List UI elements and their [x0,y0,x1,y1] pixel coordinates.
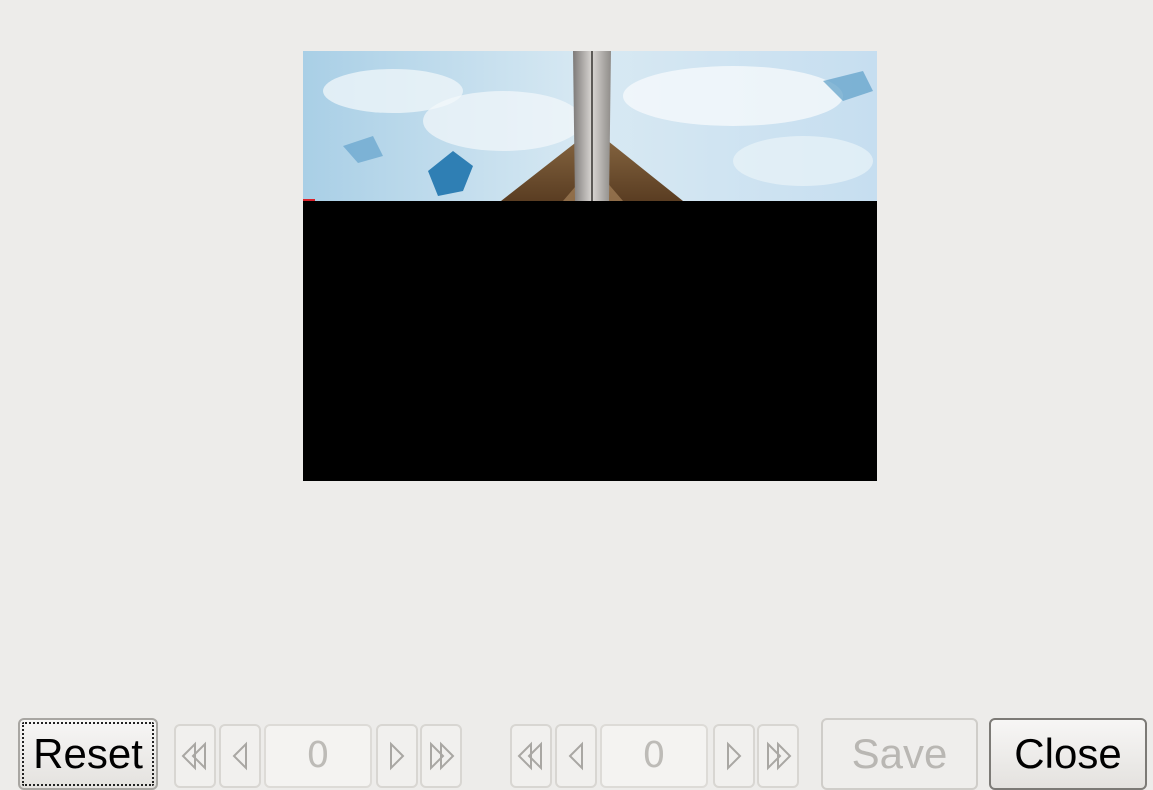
pager2-previous-button[interactable] [555,724,597,788]
first-page-icon [181,741,206,771]
pager2-last-button[interactable] [757,724,799,788]
first-page-icon [517,741,542,771]
preview-image [303,51,877,201]
pager2-value-field[interactable]: 0 [600,724,708,788]
preview-unloaded-area [303,201,877,481]
image-preview-dialog: Reset 0 0 Save Close [0,0,1153,790]
pager1-last-button[interactable] [420,724,462,788]
last-page-icon [430,741,455,771]
save-button[interactable]: Save [821,718,978,790]
last-page-icon [767,741,792,771]
dialog-button-bar: Reset 0 0 Save Close [0,716,1153,790]
pager2-next-button[interactable] [713,724,755,788]
previous-page-icon [568,741,583,771]
pager1-value-field[interactable]: 0 [264,724,372,788]
next-page-icon [727,741,742,771]
previous-page-icon [232,741,247,771]
pager1-first-button[interactable] [174,724,216,788]
image-preview [303,51,877,481]
pager1-previous-button[interactable] [219,724,261,788]
reset-button[interactable]: Reset [18,718,158,790]
next-page-icon [390,741,405,771]
pager2-first-button[interactable] [510,724,552,788]
close-button[interactable]: Close [989,718,1147,790]
pager1-next-button[interactable] [376,724,418,788]
